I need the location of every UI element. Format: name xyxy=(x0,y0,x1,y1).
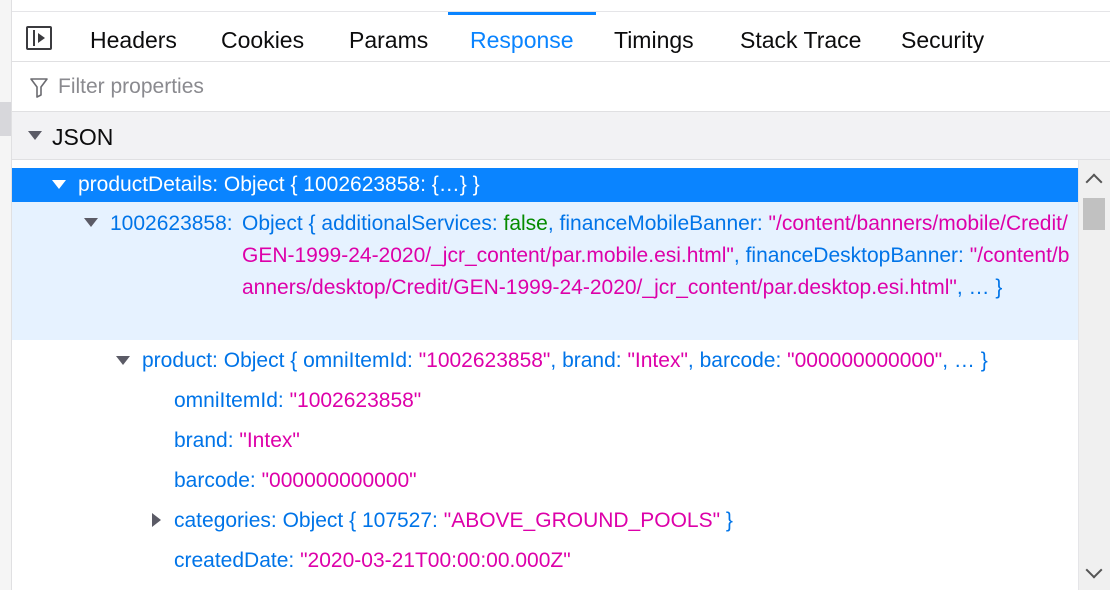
item-separator: , xyxy=(547,212,554,235)
json-section-header[interactable]: JSON xyxy=(12,112,1110,160)
collapse-twisty-icon[interactable] xyxy=(52,180,66,189)
prop-key: omniItemId: xyxy=(174,389,284,412)
tab-headers[interactable]: Headers xyxy=(68,14,199,62)
categories-prop-value: "ABOVE_GROUND_POOLS" xyxy=(443,509,721,532)
productdetails-key: productDetails: xyxy=(78,173,219,196)
expand-twisty-icon[interactable] xyxy=(152,513,161,527)
prop-value: "Intex" xyxy=(239,429,300,452)
product-tail: , … } xyxy=(942,349,988,372)
product-prop-value: "1002623858" xyxy=(418,349,551,372)
tree-row-productdetails[interactable]: productDetails: Object { 1002623858: {…}… xyxy=(12,168,1078,202)
scroll-down-icon[interactable] xyxy=(1085,561,1103,579)
left-gutter xyxy=(0,0,12,590)
tab-timings[interactable]: Timings xyxy=(592,14,716,62)
toggle-sidebar-icon-bar xyxy=(33,30,35,46)
categories-key: categories: xyxy=(174,509,277,532)
tree-row-omniitemid[interactable]: omniItemId: "1002623858" xyxy=(12,384,1078,418)
scroll-up-icon[interactable] xyxy=(1085,173,1103,191)
json-tree: productDetails: Object { 1002623858: {…}… xyxy=(12,160,1078,590)
tree-row-barcode[interactable]: barcode: "000000000000" xyxy=(12,464,1078,498)
product-prop-key: barcode: xyxy=(699,349,782,372)
scrollbar-thumb[interactable] xyxy=(1083,198,1105,230)
tab-cookies[interactable]: Cookies xyxy=(199,14,326,62)
item-prop-key: financeDesktopBanner: xyxy=(745,244,964,267)
tab-security[interactable]: Security xyxy=(879,14,1006,62)
prop-value: "1002623858" xyxy=(289,389,422,412)
item-separator: , xyxy=(733,244,740,267)
item-prop-value: false xyxy=(503,212,548,235)
prop-key: barcode: xyxy=(174,469,256,492)
tree-row-item[interactable]: 1002623858: Object { additionalServices:… xyxy=(12,202,1078,340)
expand-twisty-icon[interactable] xyxy=(28,131,42,140)
tab-stack-trace[interactable]: Stack Trace xyxy=(718,14,883,62)
filter-icon xyxy=(30,78,48,98)
tree-row-categories[interactable]: categories: Object { 107527: "ABOVE_GROU… xyxy=(12,504,1078,538)
tab-bar: Headers Cookies Params Response Timings … xyxy=(12,0,1110,62)
collapse-twisty-icon[interactable] xyxy=(84,218,98,227)
item-tail: , … } xyxy=(956,276,1003,299)
vertical-scrollbar[interactable] xyxy=(1078,160,1110,590)
item-object-open: Object { xyxy=(242,212,316,235)
tab-response[interactable]: Response xyxy=(448,12,596,62)
product-prop-value: "000000000000" xyxy=(787,349,943,372)
createddate-key: createdDate: xyxy=(174,549,295,572)
prop-key: brand: xyxy=(174,429,234,452)
product-prop-value: "Intex" xyxy=(627,349,688,372)
product-prop-key: brand: xyxy=(562,349,622,372)
toggle-sidebar-icon[interactable] xyxy=(26,26,52,50)
tree-row-createddate[interactable]: createdDate: "2020-03-21T00:00:00.000Z" xyxy=(12,544,1078,578)
collapse-twisty-icon[interactable] xyxy=(116,356,130,365)
item-prop-key: additionalServices: xyxy=(321,212,498,235)
json-section-label: JSON xyxy=(52,124,114,150)
categories-prop-key: 107527: xyxy=(361,509,438,532)
filter-bar xyxy=(12,62,1110,112)
tab-params[interactable]: Params xyxy=(327,14,450,62)
categories-tail: } xyxy=(725,509,733,532)
gutter-marker xyxy=(0,102,11,136)
filter-properties-input[interactable] xyxy=(58,70,1078,104)
categories-object-open: Object { xyxy=(282,509,357,532)
toggle-sidebar-icon-arrow xyxy=(38,33,45,43)
productdetails-summary: Object { 1002623858: {…} } xyxy=(223,173,480,196)
product-prop-key: omniItemId: xyxy=(303,349,413,372)
item-key: 1002623858: xyxy=(110,212,233,235)
product-key: product: xyxy=(142,349,218,372)
item-prop-key: financeMobileBanner: xyxy=(559,212,763,235)
prop-value: "000000000000" xyxy=(261,469,417,492)
tree-row-product[interactable]: product: Object { omniItemId: "100262385… xyxy=(12,344,1078,378)
createddate-value: "2020-03-21T00:00:00.000Z" xyxy=(300,549,571,572)
product-object-open: Object { xyxy=(223,349,298,372)
tree-row-brand[interactable]: brand: "Intex" xyxy=(12,424,1078,458)
